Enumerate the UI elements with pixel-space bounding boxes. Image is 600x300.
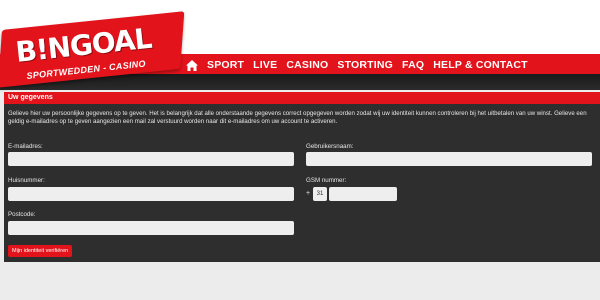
nav-item-sport[interactable]: SPORT: [207, 59, 244, 71]
username-label: Gebruikersnaam:: [306, 143, 354, 150]
gsm-number-field[interactable]: [329, 187, 397, 201]
home-icon: [186, 59, 198, 71]
page-footer-area: [4, 262, 600, 300]
gsm-label: GSM nummer:: [306, 177, 347, 184]
housenumber-field[interactable]: [8, 187, 294, 201]
email-label: E-mailadres:: [8, 143, 43, 150]
postcode-label: Postcode:: [8, 211, 36, 218]
nav-item-casino[interactable]: CASINO: [286, 59, 328, 71]
housenumber-label: Huisnummer:: [8, 177, 45, 184]
verify-identity-button[interactable]: Mijn identiteit verifiëren: [8, 245, 73, 257]
nav-item-storting[interactable]: STORTING: [337, 59, 393, 71]
nav-item-live[interactable]: LIVE: [253, 59, 277, 71]
gsm-plus-sign: +: [306, 190, 311, 197]
username-field[interactable]: [306, 152, 592, 166]
nav-item-faq[interactable]: FAQ: [402, 59, 424, 71]
email-field[interactable]: [8, 152, 294, 166]
postcode-field[interactable]: [8, 221, 294, 235]
gsm-country-prefix[interactable]: 31: [313, 187, 327, 201]
home-link[interactable]: [186, 59, 198, 71]
brand-logo[interactable]: B!NGOAL SPORTWEDDEN - CASINO: [0, 11, 185, 88]
main-nav: SPORT LIVE CASINO STORTING FAQ HELP & CO…: [186, 56, 528, 74]
nav-item-help-contact[interactable]: HELP & CONTACT: [433, 59, 528, 71]
panel-title: Uw gegevens: [4, 92, 600, 104]
intro-text: Gelieve hier uw persoonlijke gegevens op…: [8, 110, 587, 125]
